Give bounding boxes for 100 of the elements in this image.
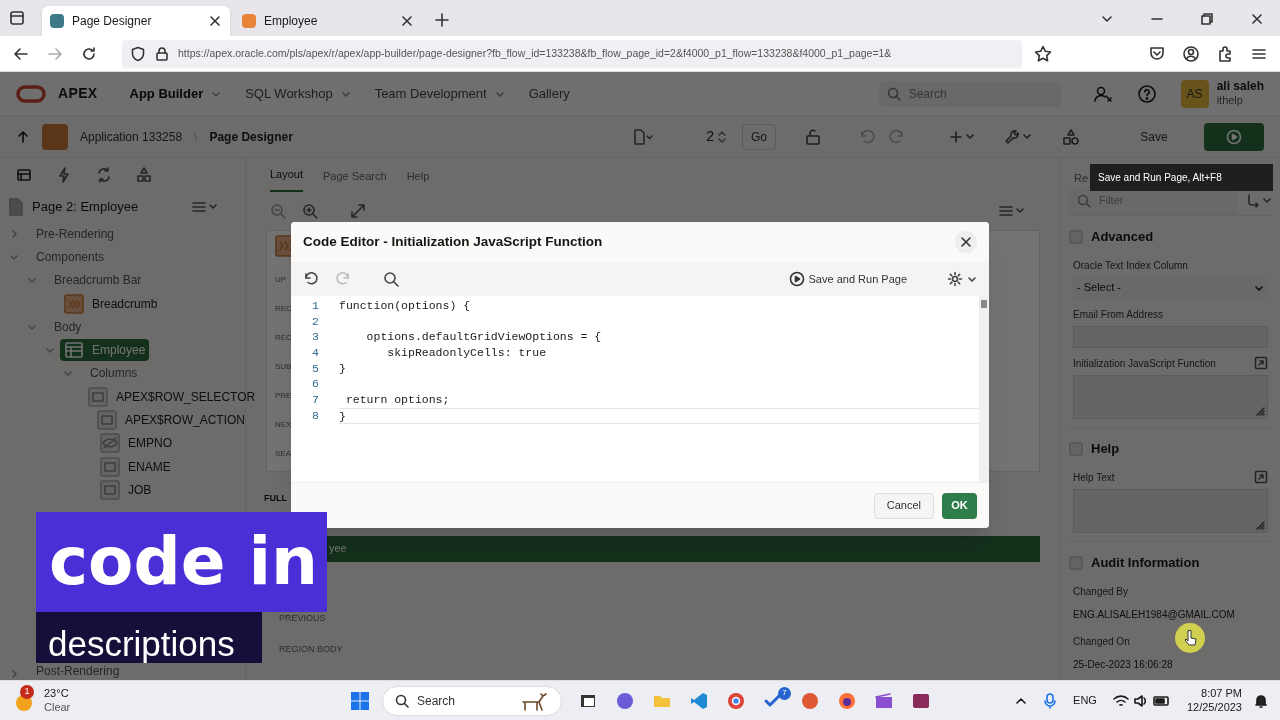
tree-item[interactable]: Breadcrumb bbox=[92, 294, 158, 313]
tree-item[interactable]: EMPNO bbox=[128, 434, 172, 453]
tree-item[interactable]: APEX$ROW_SELECTOR bbox=[116, 387, 256, 406]
restore-icon[interactable] bbox=[1200, 12, 1214, 26]
address-bar[interactable]: https://apex.oracle.com/pls/apex/r/apex/app-builder/page-designer?fb_flow_id=133238&fb_flow_page_id=2&f4000_p1_flow=133238&f4000_p1_page=1& bbox=[122, 39, 1022, 68]
lock-icon bbox=[154, 45, 170, 62]
clock[interactable]: 8:07 PM 12/25/2023 bbox=[1186, 686, 1242, 715]
user-avatar[interactable]: AS bbox=[1180, 79, 1209, 108]
settings-button[interactable] bbox=[947, 271, 977, 287]
close-icon[interactable] bbox=[208, 14, 222, 28]
dynamic-actions-tab-icon[interactable] bbox=[56, 167, 72, 183]
tab-list-icon[interactable] bbox=[8, 9, 26, 27]
open-editor-icon[interactable] bbox=[1254, 470, 1268, 484]
windows-start-icon[interactable] bbox=[350, 690, 370, 711]
account-icon[interactable] bbox=[1182, 44, 1200, 63]
bookmark-star-icon[interactable] bbox=[1034, 44, 1052, 63]
lock-page-icon[interactable] bbox=[804, 127, 822, 146]
section-heading: Advanced bbox=[1091, 227, 1154, 246]
go-button[interactable]: Go bbox=[742, 123, 776, 150]
code-editor[interactable]: 1 2 3 4 5 6 7 8 function(options) { options.defaultGridViewOptions = { skipReadonlyCells: true } return options; } bbox=[291, 296, 989, 482]
tree-item[interactable]: Breadcrumb Bar bbox=[50, 271, 146, 290]
pocket-icon[interactable] bbox=[1148, 44, 1166, 63]
code-field[interactable] bbox=[1073, 488, 1268, 533]
wifi-icon[interactable] bbox=[1112, 693, 1129, 708]
tree-item[interactable]: ENAME bbox=[128, 457, 171, 476]
code-field[interactable] bbox=[1073, 374, 1268, 419]
close-icon[interactable] bbox=[400, 14, 414, 28]
open-editor-icon[interactable] bbox=[1254, 356, 1268, 370]
add-icon[interactable] bbox=[950, 129, 976, 144]
up-arrow-icon[interactable] bbox=[16, 129, 30, 144]
help-icon[interactable] bbox=[1136, 83, 1157, 104]
close-button[interactable] bbox=[955, 231, 977, 253]
region-title-bar[interactable]: yee bbox=[327, 535, 1040, 562]
weather-widget[interactable]: 1 23°C Clear bbox=[12, 686, 92, 715]
play-icon bbox=[788, 271, 805, 287]
search-icon[interactable] bbox=[383, 271, 399, 287]
column-icon bbox=[96, 410, 117, 430]
tree-item[interactable]: Post-Rendering bbox=[32, 662, 124, 680]
fullscreen-icon[interactable] bbox=[350, 203, 366, 219]
section-heading: Help bbox=[1091, 439, 1120, 458]
breadcrumb-link[interactable]: Application 133258 bbox=[80, 127, 183, 146]
tree-item[interactable]: Employee bbox=[60, 339, 150, 362]
page-number-field[interactable]: 2 bbox=[666, 123, 730, 150]
processing-tab-icon[interactable] bbox=[96, 167, 112, 183]
browser-tab[interactable]: Employee bbox=[234, 6, 422, 36]
wrench-icon[interactable] bbox=[1004, 127, 1034, 146]
tree-item[interactable]: JOB bbox=[128, 480, 152, 499]
nav-menu[interactable]: Gallery bbox=[528, 83, 570, 104]
go-to-group-icon[interactable] bbox=[1246, 192, 1272, 209]
redo-icon[interactable] bbox=[335, 271, 351, 287]
play-icon bbox=[1226, 128, 1242, 145]
speaker-icon[interactable] bbox=[1132, 693, 1149, 708]
rendering-tab-icon[interactable] bbox=[16, 167, 32, 183]
battery-icon[interactable] bbox=[1152, 693, 1171, 708]
designer-tab[interactable]: Help bbox=[406, 167, 430, 192]
breadcrumb-current: Page Designer bbox=[209, 128, 293, 146]
column-icon bbox=[100, 479, 120, 500]
extensions-icon[interactable] bbox=[1216, 44, 1234, 63]
zoom-in-icon[interactable] bbox=[302, 203, 318, 219]
new-tab-icon[interactable] bbox=[434, 12, 450, 28]
designer-tab[interactable]: Layout bbox=[270, 165, 304, 192]
nav-menu[interactable]: Team Development bbox=[374, 83, 505, 104]
line-number: 3 bbox=[312, 329, 319, 346]
save-and-run-button[interactable] bbox=[1204, 122, 1264, 151]
save-and-run-button[interactable]: Save and Run Page bbox=[788, 270, 907, 288]
nav-menu[interactable]: SQL Workshop bbox=[245, 83, 351, 104]
scrollbar[interactable] bbox=[979, 296, 989, 482]
undo-icon[interactable] bbox=[303, 271, 319, 287]
shared-components-tab-icon[interactable] bbox=[136, 167, 152, 183]
field-label: Initialization JavaScript Function bbox=[1073, 356, 1216, 371]
close-icon[interactable] bbox=[1250, 12, 1264, 26]
nav-menu[interactable]: App Builder bbox=[129, 83, 222, 104]
code-editor-app-icon[interactable] bbox=[689, 690, 709, 711]
app-logo-text: APEX bbox=[58, 84, 98, 103]
designer-tab[interactable]: Page Search bbox=[323, 167, 387, 192]
tree-item[interactable]: Columns bbox=[86, 364, 142, 383]
clapperboard-icon[interactable] bbox=[874, 690, 894, 711]
page-icon[interactable] bbox=[632, 127, 654, 146]
browser-icon[interactable] bbox=[726, 690, 746, 711]
tree-item[interactable]: APEX$ROW_ACTION bbox=[124, 411, 245, 429]
zoom-out-icon[interactable] bbox=[270, 203, 286, 219]
tree-item[interactable]: Body bbox=[50, 317, 86, 336]
region-position-label: PRE bbox=[275, 391, 292, 400]
save-button[interactable]: Save bbox=[1116, 122, 1192, 151]
tree-item[interactable]: Components bbox=[32, 247, 109, 266]
reload-icon[interactable] bbox=[80, 44, 98, 63]
shared-components-icon[interactable] bbox=[1062, 127, 1080, 146]
browser-tab[interactable]: Page Designer bbox=[42, 6, 230, 36]
ok-button[interactable]: OK bbox=[942, 492, 977, 519]
tree-item[interactable]: Pre-Rendering bbox=[32, 224, 119, 243]
code-line: function(options) { bbox=[339, 298, 472, 314]
region-position-label: NEX bbox=[275, 420, 292, 429]
microphone-icon[interactable] bbox=[1043, 692, 1058, 709]
field-value: 25-Dec-2023 16:06:28 bbox=[1073, 657, 1174, 672]
taskbar-search-field[interactable]: Search bbox=[382, 685, 562, 716]
cancel-button[interactable]: Cancel bbox=[873, 492, 934, 519]
notification-bell-icon[interactable] bbox=[1254, 692, 1268, 709]
line-number: 6 bbox=[312, 376, 319, 393]
language-indicator[interactable]: ENG bbox=[1073, 692, 1097, 709]
property-tab[interactable]: Re bbox=[1074, 172, 1089, 184]
